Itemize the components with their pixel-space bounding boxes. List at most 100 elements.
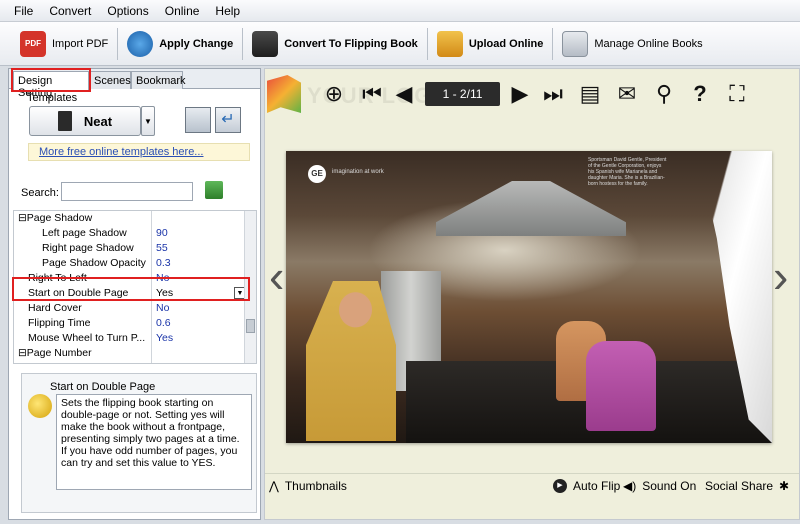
child-figure <box>586 341 656 431</box>
property-key: Left page Shadow <box>14 226 152 241</box>
property-value[interactable]: 55 <box>154 241 246 256</box>
property-row[interactable]: Mouse Wheel to Turn P... Yes <box>14 331 246 346</box>
print-icon[interactable]: ▤ <box>577 79 603 109</box>
import-pdf-button[interactable]: PDF Import PDF <box>14 27 114 61</box>
import-template-icon[interactable]: ↵ <box>215 107 241 133</box>
template-select-button[interactable]: Neat <box>29 106 141 136</box>
property-value[interactable]: 0.3 <box>154 256 246 271</box>
menu-online[interactable]: Online <box>157 4 208 18</box>
pdf-icon-text: PDF <box>25 39 41 48</box>
import-pdf-label: Import PDF <box>52 37 109 50</box>
property-value[interactable]: 0 <box>154 361 246 363</box>
property-key: Page Shadow Opacity <box>14 256 152 271</box>
menu-convert[interactable]: Convert <box>41 4 99 18</box>
toolbar-separator <box>426 27 428 60</box>
prev-page-icon[interactable]: ◀ <box>391 79 417 109</box>
menu-help[interactable]: Help <box>207 4 248 18</box>
nav-right-icon[interactable]: › <box>773 249 788 303</box>
property-row[interactable]: Left page Shadow 90 <box>14 226 246 241</box>
menu-bar: File Convert Options Online Help <box>0 0 800 22</box>
property-row[interactable]: Page Shadow Opacity 0.3 <box>14 256 246 271</box>
property-key: Start Page Number (P... <box>14 361 152 363</box>
property-value <box>154 346 246 361</box>
property-row[interactable]: Hard Cover No <box>14 301 246 316</box>
highlight-design-tab <box>11 68 91 92</box>
template-name: Neat <box>83 113 113 129</box>
toolbar-separator <box>242 27 244 60</box>
help-title: Start on Double Page <box>50 381 156 393</box>
fit-screen-icon[interactable]: ⛶ <box>723 79 751 109</box>
search-input[interactable] <box>61 182 193 201</box>
info-icon <box>28 394 52 418</box>
page-indicator[interactable]: 1 - 2/11 <box>425 82 500 106</box>
flipbook-page-spread[interactable]: GE imagination at work Sportsman David G… <box>286 151 772 443</box>
tab-scenes[interactable]: Scenes <box>89 71 131 89</box>
property-key: Right page Shadow <box>14 241 152 256</box>
property-value[interactable]: Yes <box>154 331 246 346</box>
social-share-icon: ✱ <box>779 479 790 493</box>
convert-label: Convert To Flipping Book <box>284 37 418 50</box>
preview-toolbar: YOUR LOGO ⊕ ⏮ ◀ 1 - 2/11 ▶ ⏭ ▤ ✉ ⚲ ? ⛶ <box>265 69 799 121</box>
apply-change-button[interactable]: Apply Change <box>121 27 239 61</box>
logo-icon <box>267 75 301 113</box>
more-templates-link[interactable]: More free online templates here... <box>28 143 250 161</box>
property-key: Hard Cover <box>14 301 152 316</box>
upload-icon <box>436 30 463 57</box>
auto-flip-button[interactable]: ▶ Auto Flip <box>553 479 620 493</box>
thumbnails-icon: ⋀ <box>269 479 279 493</box>
sound-label: Sound On <box>642 479 697 493</box>
scrollbar-thumb[interactable] <box>246 319 255 333</box>
property-key: ⊟Page Shadow <box>14 211 152 226</box>
property-category[interactable]: ⊟Page Number <box>14 346 246 361</box>
filter-icon[interactable] <box>205 181 223 199</box>
social-share-button[interactable]: Social Share ✱ <box>705 479 795 493</box>
settings-panel: Design Setting Scenes Bookmark Templates… <box>8 68 261 520</box>
help-icon[interactable]: ? <box>687 79 713 109</box>
tab-bookmark[interactable]: Bookmark <box>131 71 186 89</box>
property-value[interactable]: 90 <box>154 226 246 241</box>
photo-caption: Sportsman David Gentle, President of the… <box>588 157 667 187</box>
apply-change-label: Apply Change <box>159 37 234 50</box>
wrench-icon <box>562 30 589 57</box>
manage-online-books-button[interactable]: Manage Online Books <box>556 27 708 61</box>
first-page-icon[interactable]: ⏮ <box>359 79 385 109</box>
save-template-icon[interactable] <box>185 107 211 133</box>
thumbnails-label: Thumbnails <box>284 479 347 493</box>
property-value <box>154 211 246 226</box>
property-key: ⊟Page Number <box>14 346 152 361</box>
property-value[interactable]: 0.6 <box>154 316 246 331</box>
book-convert-icon <box>252 30 279 57</box>
menu-file[interactable]: File <box>6 4 41 18</box>
property-row[interactable]: Flipping Time 0.6 <box>14 316 246 331</box>
toolbar-separator <box>117 27 119 60</box>
sound-button[interactable]: ◀) Sound On <box>623 479 696 493</box>
thumbnails-button[interactable]: ⋀ Thumbnails <box>269 479 347 493</box>
search-label: Search: <box>21 187 59 199</box>
upload-online-label: Upload Online <box>468 37 544 50</box>
mail-icon[interactable]: ✉ <box>613 79 641 109</box>
ge-logo: GE <box>308 165 326 183</box>
upload-online-button[interactable]: Upload Online <box>431 27 550 61</box>
templates-label: Templates <box>27 92 78 104</box>
next-page-icon[interactable]: ▶ <box>507 79 533 109</box>
help-text: Sets the flipping book starting on doubl… <box>56 394 252 490</box>
convert-button[interactable]: Convert To Flipping Book <box>246 27 424 61</box>
last-page-icon[interactable]: ⏭ <box>539 79 567 109</box>
search-icon[interactable]: ⚲ <box>651 79 677 109</box>
property-category[interactable]: ⊟Page Shadow <box>14 211 246 226</box>
nav-left-icon[interactable]: ‹ <box>269 249 284 303</box>
toolbar-separator <box>552 27 554 60</box>
zoom-in-icon[interactable]: ⊕ <box>321 79 347 109</box>
template-dropdown-button[interactable]: ▼ <box>141 106 155 136</box>
auto-flip-label: Auto Flip <box>573 479 621 493</box>
property-row[interactable]: Right page Shadow 55 <box>14 241 246 256</box>
menu-options[interactable]: Options <box>99 4 156 18</box>
pdf-icon: PDF <box>20 30 46 57</box>
property-row[interactable]: Start Page Number (P...0 <box>14 361 246 363</box>
kitchen-photo: GE imagination at work Sportsman David G… <box>286 151 772 443</box>
manage-online-books-label: Manage Online Books <box>594 37 703 50</box>
property-key: Flipping Time <box>14 316 152 331</box>
range-hood <box>436 181 626 236</box>
ge-tagline: imagination at work <box>332 169 384 175</box>
property-value[interactable]: No <box>154 301 246 316</box>
